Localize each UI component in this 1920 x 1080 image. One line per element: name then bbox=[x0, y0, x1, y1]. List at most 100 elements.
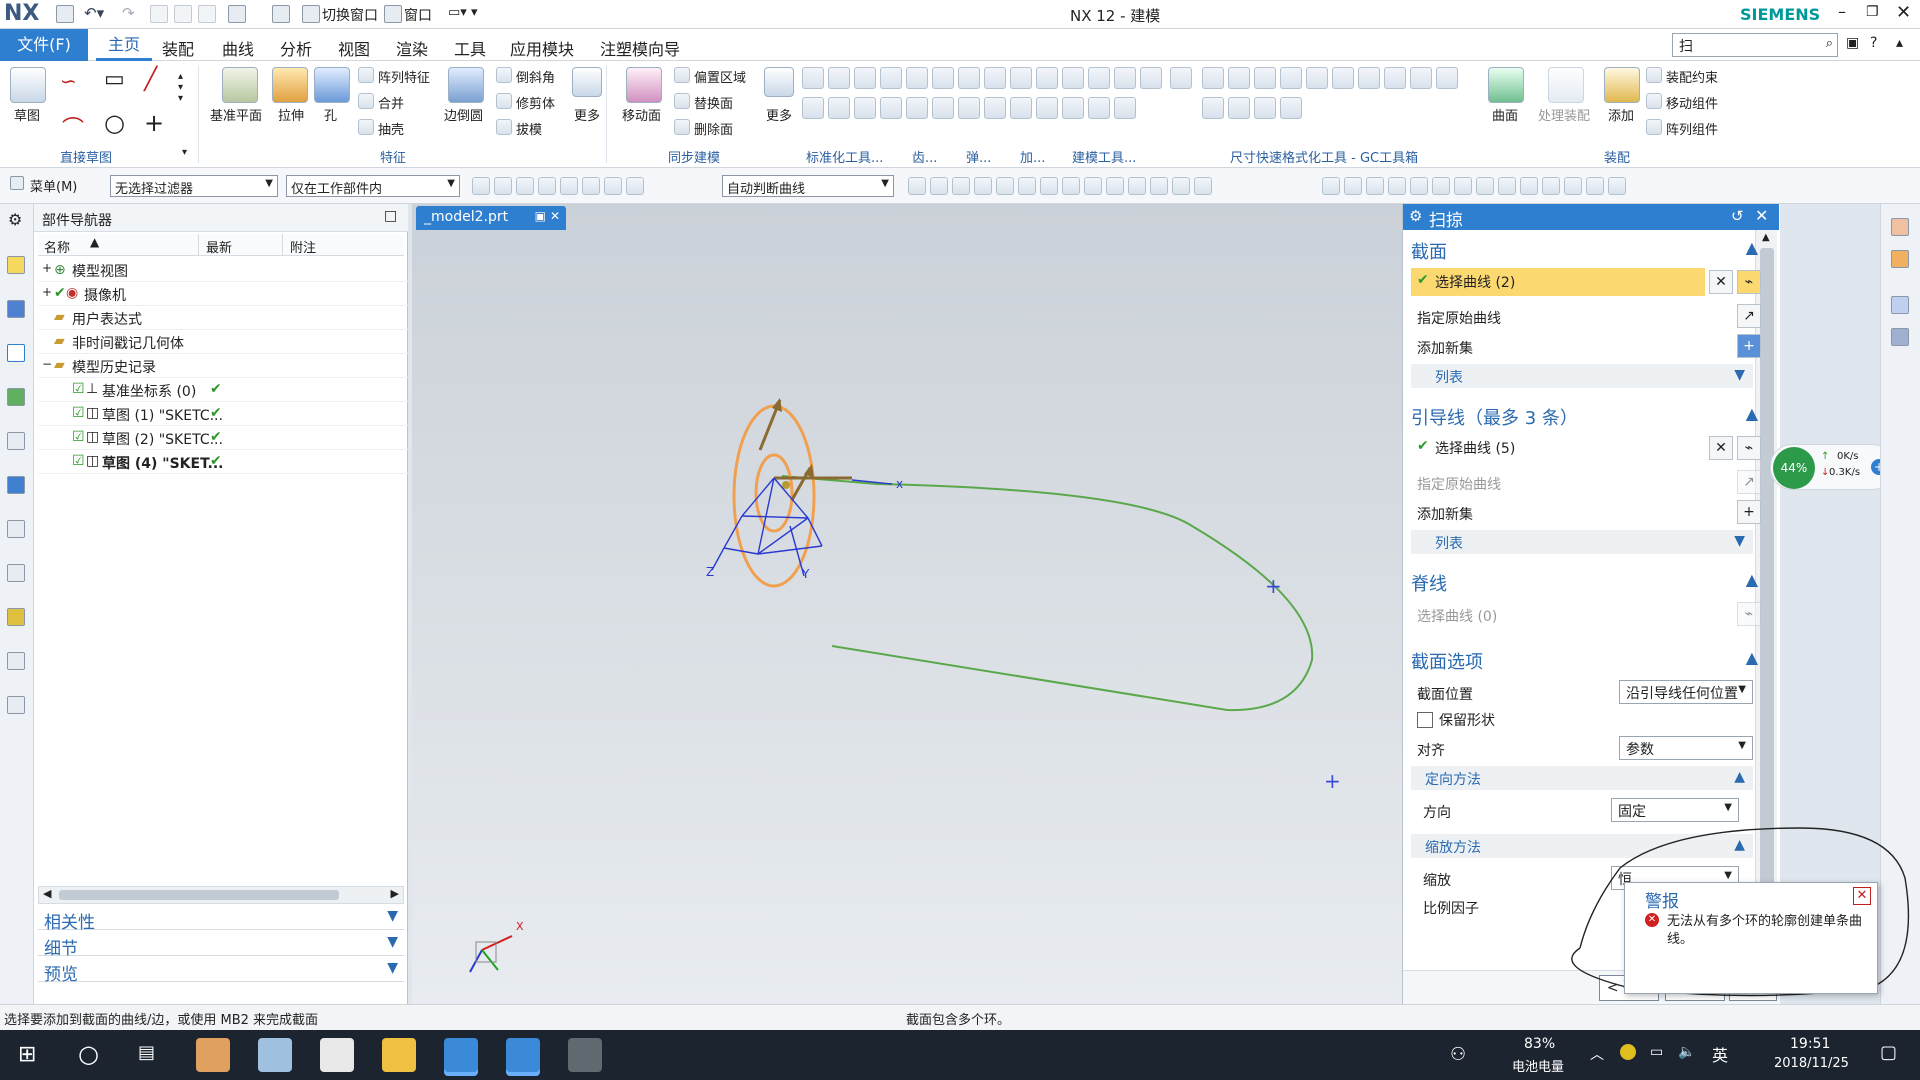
reverse-direction-icon[interactable]: ✕ bbox=[1709, 436, 1733, 460]
quick-tool-icon[interactable] bbox=[1891, 218, 1909, 236]
surface-icon[interactable] bbox=[1488, 67, 1524, 103]
edge-blend-icon[interactable] bbox=[448, 67, 484, 103]
tool-icon[interactable] bbox=[828, 97, 850, 119]
sort-asc-icon[interactable]: ▲ bbox=[90, 235, 99, 249]
add-component-icon[interactable] bbox=[1604, 67, 1640, 103]
tool-icon[interactable] bbox=[880, 67, 902, 89]
settings-gear-icon[interactable]: ⚙ bbox=[8, 210, 22, 229]
chevron-up-icon[interactable]: ▲ bbox=[1746, 238, 1758, 257]
tool-icon[interactable] bbox=[906, 97, 928, 119]
snap-icon[interactable] bbox=[538, 177, 556, 195]
more-sync-icon[interactable] bbox=[764, 67, 794, 97]
curve-select-icon[interactable]: ⌁ bbox=[1737, 270, 1761, 294]
snap-icon[interactable] bbox=[516, 177, 534, 195]
unite-button[interactable]: 合并 bbox=[378, 93, 404, 112]
draft-button[interactable]: 拔模 bbox=[516, 119, 542, 138]
tree-item[interactable]: ☑ ◫ 草图 (4) "SKET... ✔ bbox=[38, 450, 408, 474]
draft-icon[interactable] bbox=[496, 119, 512, 135]
volume-icon[interactable]: 🔈 bbox=[1678, 1044, 1695, 1060]
tool-icon[interactable] bbox=[1140, 67, 1162, 89]
new-doc-icon[interactable]: ▭▾ ▾ bbox=[448, 5, 477, 20]
assembly-constraint-button[interactable]: 装配约束 bbox=[1666, 67, 1718, 86]
undo-icon[interactable]: ↶▾ bbox=[84, 4, 104, 22]
view-icon[interactable] bbox=[1520, 177, 1538, 195]
snap-point-icon[interactable] bbox=[952, 177, 970, 195]
window-menu[interactable]: 窗口 bbox=[404, 5, 432, 25]
column-note[interactable]: 附注 bbox=[290, 237, 316, 256]
ribbon-options-icon[interactable]: ▣ bbox=[1846, 35, 1859, 51]
tab-mold-wizard[interactable]: 注塑模向导 bbox=[600, 36, 680, 60]
reverse-direction-icon[interactable]: ✕ bbox=[1709, 270, 1733, 294]
horizontal-scrollbar[interactable]: ◀ ▶ bbox=[38, 886, 404, 904]
curve-select-icon[interactable]: ⌁ bbox=[1737, 436, 1761, 460]
cortana-icon[interactable]: ○ bbox=[78, 1040, 99, 1068]
delete-face-icon[interactable] bbox=[674, 119, 690, 135]
sketch-icon[interactable] bbox=[10, 67, 46, 103]
tab-applications[interactable]: 应用模块 bbox=[510, 36, 574, 60]
tool-icon[interactable] bbox=[1010, 97, 1032, 119]
view-icon[interactable] bbox=[1322, 177, 1340, 195]
profile-icon[interactable]: ∽ bbox=[60, 69, 77, 93]
gc-tool-icon[interactable] bbox=[1358, 67, 1380, 89]
tool-icon[interactable] bbox=[932, 97, 954, 119]
assembly-constraint-icon[interactable] bbox=[1646, 67, 1662, 83]
tool-icon[interactable] bbox=[854, 67, 876, 89]
tree-item[interactable]: ▰ 用户表达式 bbox=[38, 306, 408, 330]
preview-panel[interactable]: 预览 ▼ bbox=[38, 958, 404, 985]
trim-body-button[interactable]: 修剪体 bbox=[516, 93, 555, 112]
graphics-window[interactable]: _model2.prt ▣ ✕ x Y Z + + X bbox=[412, 204, 1402, 1004]
more-feature-icon[interactable] bbox=[572, 67, 602, 97]
chamfer-button[interactable]: 倒斜角 bbox=[516, 67, 555, 86]
command-search-input[interactable]: 扫 ⌕ bbox=[1672, 33, 1838, 57]
offset-region-button[interactable]: 偏置区域 bbox=[694, 67, 746, 86]
trim-body-icon[interactable] bbox=[496, 93, 512, 109]
snap-point-icon[interactable] bbox=[930, 177, 948, 195]
gc-tool-icon[interactable] bbox=[1332, 67, 1354, 89]
view-icon[interactable] bbox=[1564, 177, 1582, 195]
column-name[interactable]: 名称 bbox=[44, 237, 70, 256]
scroll-right-icon[interactable]: ▶ bbox=[391, 887, 399, 900]
gc-tool-icon[interactable] bbox=[1228, 97, 1250, 119]
select-guide-curve-row[interactable]: ✔ 选择曲线 (5) bbox=[1411, 434, 1705, 462]
origin-curve-icon[interactable]: ↗ bbox=[1737, 304, 1761, 328]
process-assembly-button[interactable]: 处理装配 bbox=[1538, 105, 1590, 124]
tree-item[interactable]: ☑ ◫ 草图 (1) "SKETC... ✔ bbox=[38, 402, 408, 426]
select-spine-curve-label[interactable]: 选择曲线 (0) bbox=[1417, 606, 1497, 626]
scroll-thumb[interactable] bbox=[1760, 248, 1774, 888]
chevron-up-icon[interactable]: ▲ bbox=[1746, 570, 1758, 589]
snap-point-icon[interactable] bbox=[1084, 177, 1102, 195]
view-icon[interactable] bbox=[1410, 177, 1428, 195]
select-curve-row[interactable]: ✔ 选择曲线 (2) bbox=[1411, 268, 1705, 296]
command-finder-icon[interactable] bbox=[228, 5, 246, 23]
curve-select-icon[interactable]: ⌁ bbox=[1737, 602, 1761, 626]
tab-render[interactable]: 渲染 bbox=[396, 36, 428, 60]
datum-plane-button[interactable]: 基准平面 bbox=[210, 105, 262, 124]
switch-window-button[interactable]: 切换窗口 bbox=[322, 5, 378, 25]
section-group-title[interactable]: 截面 bbox=[1411, 238, 1447, 264]
reuse-library-icon[interactable] bbox=[7, 388, 25, 406]
arc-icon[interactable]: ⌒ bbox=[62, 111, 84, 143]
origin-curve-icon[interactable]: ↗ bbox=[1737, 470, 1761, 494]
snap-point-icon[interactable] bbox=[1106, 177, 1124, 195]
snap-point-icon[interactable] bbox=[1018, 177, 1036, 195]
snap-point-icon[interactable] bbox=[1128, 177, 1146, 195]
tool-icon[interactable] bbox=[880, 97, 902, 119]
snap-point-icon[interactable] bbox=[1194, 177, 1212, 195]
selection-filter-select[interactable]: 无选择过滤器 bbox=[110, 175, 278, 197]
snap-point-icon[interactable] bbox=[1172, 177, 1190, 195]
delete-face-button[interactable]: 删除面 bbox=[694, 119, 733, 138]
tab-assembly[interactable]: 装配 bbox=[162, 36, 194, 60]
task-view-icon[interactable]: ▤ bbox=[138, 1042, 155, 1063]
preserve-shape-checkbox[interactable] bbox=[1417, 712, 1433, 728]
hole-icon[interactable] bbox=[314, 67, 350, 103]
snap-icon[interactable] bbox=[626, 177, 644, 195]
view-icon[interactable] bbox=[1608, 177, 1626, 195]
snap-icon[interactable] bbox=[604, 177, 622, 195]
tool-icon[interactable] bbox=[854, 97, 876, 119]
view-icon[interactable] bbox=[1586, 177, 1604, 195]
pattern-component-button[interactable]: 阵列组件 bbox=[1666, 119, 1718, 138]
close-tab-icon[interactable]: ✕ bbox=[550, 209, 560, 223]
gc-tool-icon[interactable] bbox=[1280, 97, 1302, 119]
snap-point-icon[interactable] bbox=[908, 177, 926, 195]
tool-icon[interactable] bbox=[828, 67, 850, 89]
